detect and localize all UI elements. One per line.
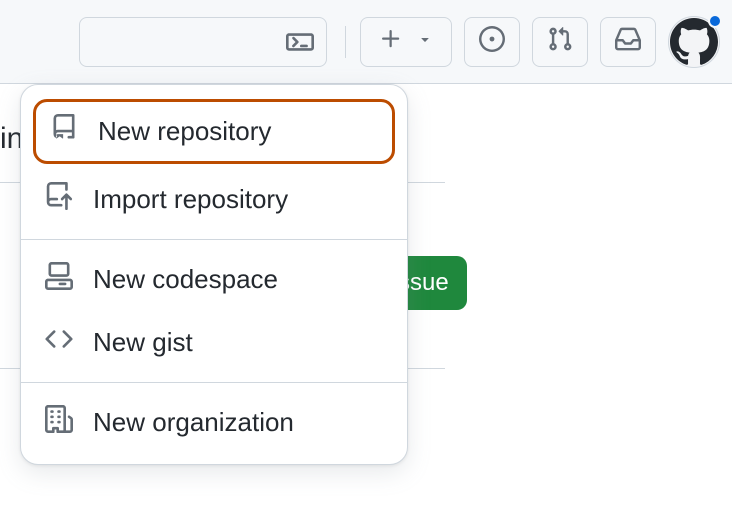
- create-new-button[interactable]: [360, 17, 452, 67]
- command-palette-icon: [286, 28, 314, 56]
- menu-separator: [21, 382, 407, 383]
- issue-opened-icon: [479, 26, 505, 57]
- user-avatar[interactable]: [668, 16, 720, 68]
- menu-item-label: Import repository: [93, 184, 288, 215]
- repo-icon: [50, 114, 78, 149]
- issues-button[interactable]: [464, 17, 520, 67]
- menu-item-label: New codespace: [93, 264, 278, 295]
- create-new-dropdown: New repository Import repository New cod…: [20, 84, 408, 465]
- codespaces-icon: [45, 262, 73, 297]
- notification-indicator: [708, 14, 722, 28]
- toolbar-divider: [345, 26, 346, 58]
- inbox-icon: [615, 26, 641, 57]
- menu-item-label: New repository: [98, 116, 271, 147]
- menu-item-new-codespace[interactable]: New codespace: [21, 248, 407, 311]
- repo-push-icon: [45, 182, 73, 217]
- pull-requests-button[interactable]: [532, 17, 588, 67]
- menu-item-new-organization[interactable]: New organization: [21, 391, 407, 454]
- search-box[interactable]: [79, 17, 327, 67]
- plus-icon: [379, 27, 403, 56]
- menu-item-import-repository[interactable]: Import repository: [21, 168, 407, 231]
- menu-item-new-repository[interactable]: New repository: [33, 99, 395, 164]
- menu-separator: [21, 239, 407, 240]
- notifications-button[interactable]: [600, 17, 656, 67]
- caret-down-icon: [417, 31, 433, 52]
- organization-icon: [45, 405, 73, 440]
- menu-item-label: New gist: [93, 327, 193, 358]
- menu-item-label: New organization: [93, 407, 294, 438]
- header-toolbar: [0, 0, 732, 84]
- code-icon: [45, 325, 73, 360]
- git-pull-request-icon: [547, 26, 573, 57]
- menu-item-new-gist[interactable]: New gist: [21, 311, 407, 374]
